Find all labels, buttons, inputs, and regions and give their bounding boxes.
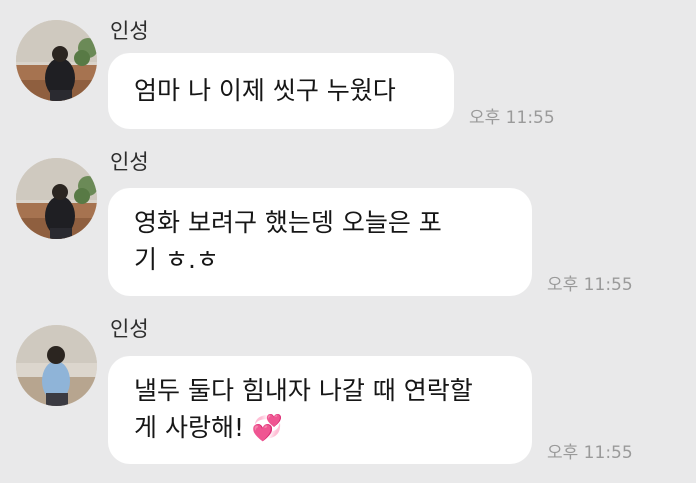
profile-photo-icon: [16, 325, 97, 406]
chat-message: 인성 낼두 둘다 힘내자 나갈 때 연락할 게 사랑해! 💞 오후 11:55: [0, 0, 696, 483]
avatar[interactable]: [16, 325, 97, 406]
message-bubble[interactable]: 낼두 둘다 힘내자 나갈 때 연락할 게 사랑해! 💞: [108, 356, 532, 464]
message-text-line: 게 사랑해! 💞: [134, 413, 284, 442]
message-text-line: 낼두 둘다 힘내자 나갈 때 연락할: [134, 376, 473, 405]
sender-name: 인성: [110, 317, 149, 341]
timestamp: 오후 11:55: [547, 443, 633, 463]
